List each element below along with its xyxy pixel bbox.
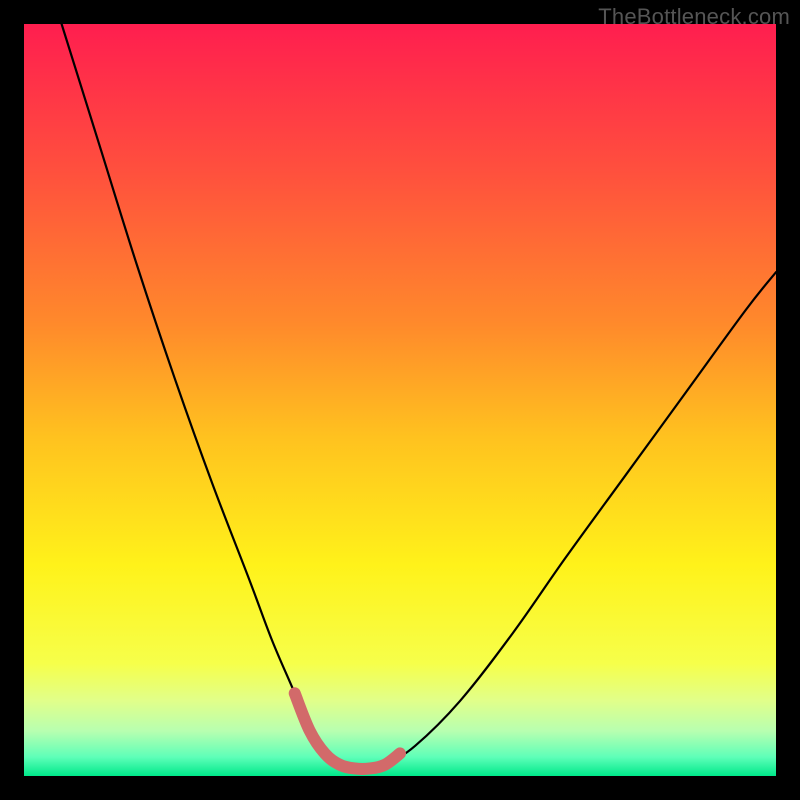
- gradient-background: [24, 24, 776, 776]
- chart-frame: TheBottleneck.com: [0, 0, 800, 800]
- chart-svg: [24, 24, 776, 776]
- plot-area: [24, 24, 776, 776]
- watermark-text: TheBottleneck.com: [598, 4, 790, 30]
